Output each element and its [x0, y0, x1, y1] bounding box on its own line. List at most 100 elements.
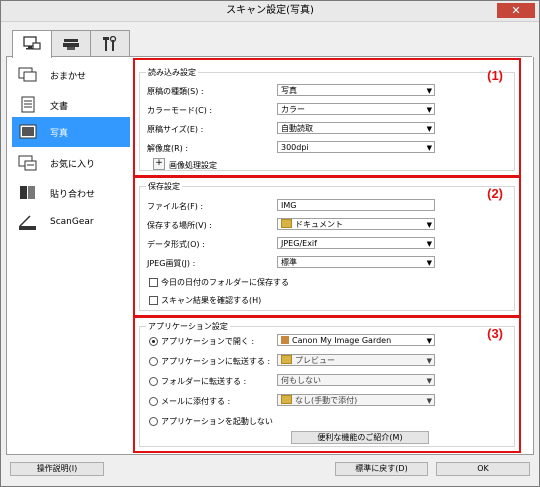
color-mode-label: カラーモード(C) : — [147, 106, 213, 115]
group-title: 保存設定 — [146, 181, 182, 192]
select-value: プレビュー — [295, 356, 335, 365]
sidebar-item-photo[interactable]: 写真 — [12, 117, 130, 147]
group-title: 読み込み設定 — [146, 67, 198, 78]
ok-button[interactable]: OK — [436, 462, 530, 476]
favorite-icon — [18, 155, 37, 171]
attach-to-email-select[interactable]: なし(手動で添付) ▼ — [277, 394, 435, 406]
open-with-app-label: アプリケーションで開く : — [161, 337, 255, 346]
select-value: Canon My Image Garden — [292, 336, 392, 345]
chevron-down-icon: ▼ — [426, 240, 432, 248]
sidebar-item-auto[interactable]: おまかせ — [12, 60, 130, 90]
image-processing-label[interactable]: 画像処理設定 — [169, 160, 217, 171]
chevron-down-icon: ▼ — [426, 221, 432, 229]
resolution-select[interactable]: 300dpi ▼ — [277, 141, 435, 153]
date-folder-checkbox[interactable] — [149, 278, 158, 287]
open-with-app-select[interactable]: Canon My Image Garden ▼ — [277, 334, 435, 346]
sidebar-item-document[interactable]: 文書 — [12, 90, 130, 120]
source-type-label: 原稿の種類(S) : — [147, 87, 204, 96]
sidebar-item-label: 文書 — [50, 102, 69, 112]
select-value: JPEG/Exif — [281, 239, 317, 248]
tab-scan-from-computer[interactable] — [12, 30, 52, 58]
check-result-label: スキャン結果を確認する(H) — [161, 296, 262, 305]
send-to-folder-radio[interactable] — [149, 377, 158, 386]
document-icon — [21, 96, 35, 113]
select-value: 写真 — [281, 86, 297, 95]
sidebar-item-favorite[interactable]: お気に入り — [12, 148, 130, 178]
paper-size-label: 原稿サイズ(E) : — [147, 125, 204, 134]
sidebar-item-label: おまかせ — [50, 72, 87, 82]
chevron-down-icon: ▼ — [426, 377, 432, 385]
section-number: (2) — [487, 186, 503, 201]
select-value: 自動読取 — [281, 124, 313, 133]
folder-icon — [281, 355, 292, 364]
sidebar-item-stitch[interactable]: 貼り合わせ — [12, 178, 130, 208]
save-in-label: 保存する場所(V) : — [147, 221, 212, 230]
do-not-start-app-label: アプリケーションを起動しない — [161, 417, 273, 426]
select-value: ドキュメント — [295, 220, 343, 229]
sidebar: おまかせ 文書 写真 お気に入り 貼り合わせ ScanGear — [12, 60, 130, 450]
send-to-app-label: アプリケーションに転送する : — [161, 357, 271, 366]
save-in-select[interactable]: ドキュメント ▼ — [277, 218, 435, 230]
chevron-down-icon: ▼ — [426, 337, 432, 345]
folder-icon — [281, 219, 292, 228]
do-not-start-app-radio[interactable] — [149, 417, 158, 426]
sidebar-item-label: お気に入り — [50, 160, 96, 170]
expand-button[interactable]: + — [153, 158, 165, 170]
title-bar: スキャン設定(写真) ✕ — [1, 1, 539, 22]
send-to-app-radio[interactable] — [149, 357, 158, 366]
stitch-icon — [20, 186, 35, 199]
scangear-icon — [19, 215, 36, 230]
application-settings-panel: アプリケーション設定 (3) アプリケーションで開く : Canon My Im… — [133, 316, 521, 453]
tab-scan-from-operation-panel[interactable] — [51, 30, 91, 57]
section-number: (3) — [487, 326, 503, 341]
sidebar-item-label: 写真 — [50, 129, 69, 139]
chevron-down-icon: ▼ — [426, 397, 432, 405]
more-functions-button[interactable]: 便利な機能のご紹介(M) — [291, 431, 429, 444]
open-with-app-radio[interactable] — [149, 337, 158, 346]
auto-scan-icon — [18, 67, 37, 82]
color-mode-select[interactable]: カラー ▼ — [277, 103, 435, 115]
folder-icon — [281, 395, 292, 404]
resolution-label: 解像度(R) : — [147, 144, 189, 153]
save-settings-panel: 保存設定 (2) ファイル名(F) : IMG 保存する場所(V) : ドキュメ… — [133, 176, 521, 317]
date-folder-label: 今日の日付のフォルダーに保存する — [161, 278, 289, 287]
section-number: (1) — [487, 68, 503, 83]
app-icon — [281, 336, 289, 344]
source-type-select[interactable]: 写真 ▼ — [277, 84, 435, 96]
tools-icon — [103, 36, 117, 51]
chevron-down-icon: ▼ — [426, 106, 432, 114]
attach-to-email-radio[interactable] — [149, 397, 158, 406]
tab-general-settings[interactable] — [90, 30, 130, 57]
check-result-checkbox[interactable] — [149, 296, 158, 305]
select-value: 300dpi — [281, 143, 309, 152]
select-value: 標準 — [281, 258, 297, 267]
sidebar-item-scangear[interactable]: ScanGear — [12, 208, 130, 238]
chevron-down-icon: ▼ — [426, 259, 432, 267]
select-value: カラー — [281, 105, 305, 114]
scanner-icon — [63, 39, 79, 50]
group-title: アプリケーション設定 — [146, 321, 230, 332]
file-name-input[interactable]: IMG — [277, 199, 435, 211]
defaults-button[interactable]: 標準に戻す(D) — [335, 462, 428, 476]
send-to-app-select[interactable]: プレビュー ▼ — [277, 354, 435, 366]
select-value: なし(手動で添付) — [295, 396, 358, 405]
computer-scanner-icon — [23, 36, 41, 50]
window-title: スキャン設定(写真) — [226, 5, 314, 16]
send-to-folder-select[interactable]: 何もしない ▼ — [277, 374, 435, 386]
close-icon[interactable]: ✕ — [497, 3, 535, 18]
photo-icon — [19, 124, 37, 139]
instructions-button[interactable]: 操作説明(I) — [10, 462, 104, 476]
paper-size-select[interactable]: 自動読取 ▼ — [277, 122, 435, 134]
chevron-down-icon: ▼ — [426, 125, 432, 133]
chevron-down-icon: ▼ — [426, 144, 432, 152]
jpeg-quality-select[interactable]: 標準 ▼ — [277, 256, 435, 268]
chevron-down-icon: ▼ — [426, 87, 432, 95]
select-value: 何もしない — [281, 376, 321, 385]
data-format-label: データ形式(O) : — [147, 240, 205, 249]
data-format-select[interactable]: JPEG/Exif ▼ — [277, 237, 435, 249]
chevron-down-icon: ▼ — [426, 357, 432, 365]
attach-to-email-label: メールに添付する : — [161, 397, 231, 406]
send-to-folder-label: フォルダーに転送する : — [161, 377, 247, 386]
scan-options-panel: 読み込み設定 (1) 原稿の種類(S) : 写真 ▼ カラーモード(C) : カラ… — [133, 58, 521, 177]
file-name-label: ファイル名(F) : — [147, 202, 204, 211]
